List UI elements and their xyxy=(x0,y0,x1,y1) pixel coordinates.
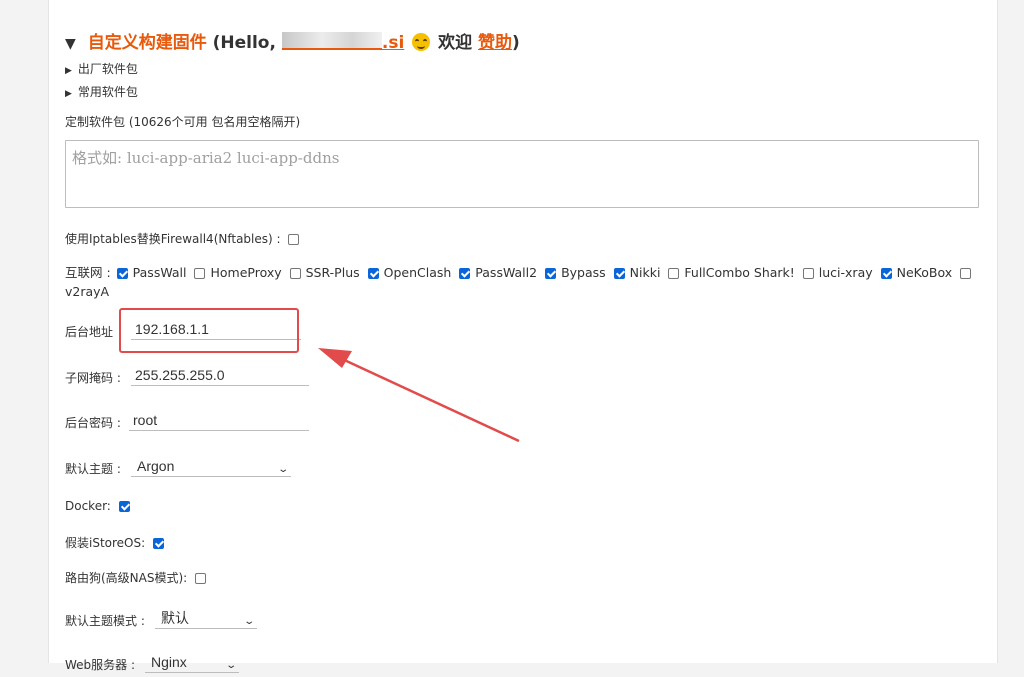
arrow-shaft xyxy=(339,356,520,443)
arrow-head xyxy=(318,348,352,368)
red-arrow-annotation xyxy=(318,348,520,443)
